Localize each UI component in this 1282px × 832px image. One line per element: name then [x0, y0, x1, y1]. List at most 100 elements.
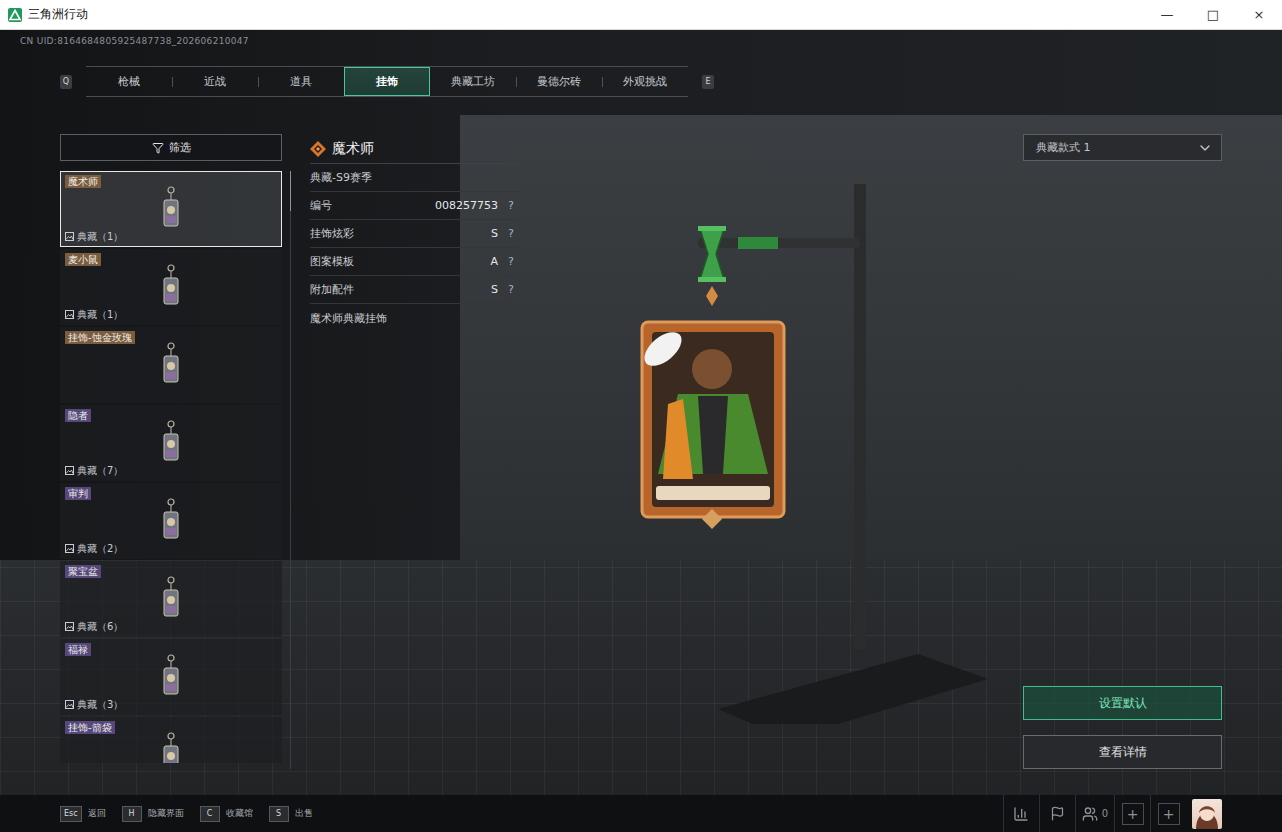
- charm-thumbnail-icon: [156, 732, 186, 763]
- action-button[interactable]: 设置默认: [1023, 686, 1222, 720]
- item-thumbnail: [65, 500, 277, 542]
- image-icon: [65, 544, 74, 553]
- item-name-tag: 隐者: [65, 409, 91, 422]
- charm-stage[interactable]: [518, 134, 1023, 769]
- key-hint[interactable]: Esc返回: [60, 806, 106, 822]
- prev-tab-key[interactable]: Q: [60, 75, 72, 89]
- item-badge: 典藏（1）: [65, 308, 277, 321]
- item-card[interactable]: 挂饰-蚀金玫瑰: [60, 327, 282, 403]
- category-tab[interactable]: 曼德尔砖: [516, 67, 602, 96]
- window-control-button[interactable]: —: [1144, 0, 1190, 29]
- item-thumbnail: [65, 188, 277, 230]
- item-card[interactable]: 隐者典藏（7）: [60, 405, 282, 481]
- friends-button[interactable]: 0: [1075, 795, 1114, 832]
- key-cap: H: [122, 806, 142, 822]
- friends-count: 0: [1102, 808, 1108, 819]
- window-control-button[interactable]: ×: [1236, 0, 1282, 29]
- row-label: 附加配件: [310, 282, 485, 297]
- category-tab[interactable]: 近战: [172, 67, 258, 96]
- category-tab[interactable]: 挂饰: [344, 67, 430, 96]
- filter-icon: [152, 142, 164, 154]
- item-thumbnail: [65, 578, 277, 620]
- item-card[interactable]: 福禄典藏（3）: [60, 639, 282, 715]
- category-tab[interactable]: 典藏工坊: [430, 67, 516, 96]
- item-card[interactable]: 审判典藏（2）: [60, 483, 282, 559]
- bottom-bar: Esc返回 H隐藏界面 C收藏馆 S出售 0 + +: [0, 795, 1282, 832]
- item-thumbnail: [65, 422, 277, 464]
- row-value: A: [490, 255, 498, 268]
- row-value: 008257753: [435, 199, 498, 212]
- add-slot[interactable]: +: [1150, 795, 1186, 832]
- footer-tools: 0 + +: [1003, 795, 1222, 832]
- add-slot[interactable]: +: [1114, 795, 1150, 832]
- item-name-tag: 魔术师: [65, 175, 101, 188]
- item-card[interactable]: 麦小鼠典藏（1）: [60, 249, 282, 325]
- item-name-tag: 福禄: [65, 643, 91, 656]
- key-hint[interactable]: C收藏馆: [200, 806, 253, 822]
- plus-box: +: [1158, 803, 1180, 825]
- key-cap: Esc: [60, 806, 82, 822]
- item-card[interactable]: 聚宝盆典藏（6）: [60, 561, 282, 637]
- filter-button[interactable]: 筛选: [60, 134, 282, 161]
- item-badge: 典藏（7）: [65, 464, 277, 477]
- detail-row: 图案模板A?: [310, 248, 518, 276]
- item-name-tag: 挂饰-蚀金玫瑰: [65, 331, 135, 344]
- key-cap: S: [269, 806, 289, 822]
- key-hint[interactable]: H隐藏界面: [122, 806, 184, 822]
- charm-thumbnail-icon: [156, 576, 186, 622]
- scrollbar-thumb[interactable]: [290, 171, 291, 211]
- flag-button[interactable]: [1039, 795, 1075, 832]
- item-thumbnail: [65, 734, 277, 763]
- player-avatar[interactable]: [1192, 799, 1222, 829]
- window-control-button[interactable]: □: [1190, 0, 1236, 29]
- item-name-tag: 聚宝盆: [65, 565, 101, 578]
- collection-screen: CN UID:8164684805925487738_202606210047 Q…: [0, 30, 1282, 832]
- item-name-tag: 挂饰-箭袋: [65, 721, 115, 734]
- uid-label: CN UID:8164684805925487738_202606210047: [20, 36, 1282, 46]
- category-tab[interactable]: 道具: [258, 67, 344, 96]
- style-select[interactable]: 典藏款式 1: [1023, 134, 1222, 161]
- key-hints: Esc返回 H隐藏界面 C收藏馆 S出售: [60, 806, 1003, 822]
- next-tab-key[interactable]: E: [702, 75, 714, 89]
- users-icon: [1082, 806, 1098, 822]
- detail-description: 魔术师典藏挂饰: [310, 304, 518, 332]
- image-icon: [65, 700, 74, 709]
- key-hint[interactable]: S出售: [269, 806, 313, 822]
- detail-row: 编号 008257753?: [310, 192, 518, 220]
- game-window: 三角洲行动—□×CN UID:8164684805925487738_20260…: [0, 0, 1282, 832]
- help-icon[interactable]: ?: [504, 227, 518, 240]
- image-icon: [65, 232, 74, 241]
- title-bar: 三角洲行动—□×: [0, 0, 1282, 30]
- item-thumbnail: [65, 344, 277, 386]
- item-name-tag: 审判: [65, 487, 91, 500]
- item-badge: 典藏（1）: [65, 230, 277, 243]
- item-badge: 典藏（6）: [65, 620, 277, 633]
- list-scrollbar[interactable]: [290, 171, 291, 769]
- detail-title: 魔术师: [310, 134, 518, 164]
- action-button[interactable]: 查看详情: [1023, 735, 1222, 769]
- game-logo-icon: [8, 8, 22, 22]
- category-tab[interactable]: 枪械: [86, 67, 172, 96]
- detail-row: 附加配件 S?: [310, 276, 518, 304]
- item-card[interactable]: 挂饰-箭袋: [60, 717, 282, 763]
- header: CN UID:8164684805925487738_202606210047 Q…: [0, 30, 1282, 97]
- row-value: S: [491, 227, 498, 240]
- help-icon[interactable]: ?: [504, 199, 518, 212]
- plus-box: +: [1122, 803, 1144, 825]
- detail-panel: 魔术师典藏-S9赛季编号008257753?挂饰炫彩S?图案模板A?附加配件S?…: [310, 134, 518, 769]
- filter-label: 筛选: [169, 140, 191, 155]
- item-badge: 典藏（2）: [65, 542, 277, 555]
- charm-thumbnail-icon: [156, 342, 186, 388]
- category-tab[interactable]: 外观挑战: [602, 67, 688, 96]
- row-value: S: [491, 283, 498, 296]
- row-label: 编号: [310, 198, 429, 213]
- item-card[interactable]: 魔术师典藏（1）: [60, 171, 282, 247]
- flag-icon: [1050, 806, 1065, 821]
- detail-row: 挂饰炫彩S?: [310, 220, 518, 248]
- tab-row: Q 枪械近战道具挂饰典藏工坊曼德尔砖外观挑战 E: [60, 66, 1282, 97]
- season-row: 典藏-S9赛季: [310, 164, 518, 192]
- stats-button[interactable]: [1003, 795, 1039, 832]
- help-icon[interactable]: ?: [504, 255, 518, 268]
- charm-thumbnail-icon: [156, 498, 186, 544]
- help-icon[interactable]: ?: [504, 283, 518, 296]
